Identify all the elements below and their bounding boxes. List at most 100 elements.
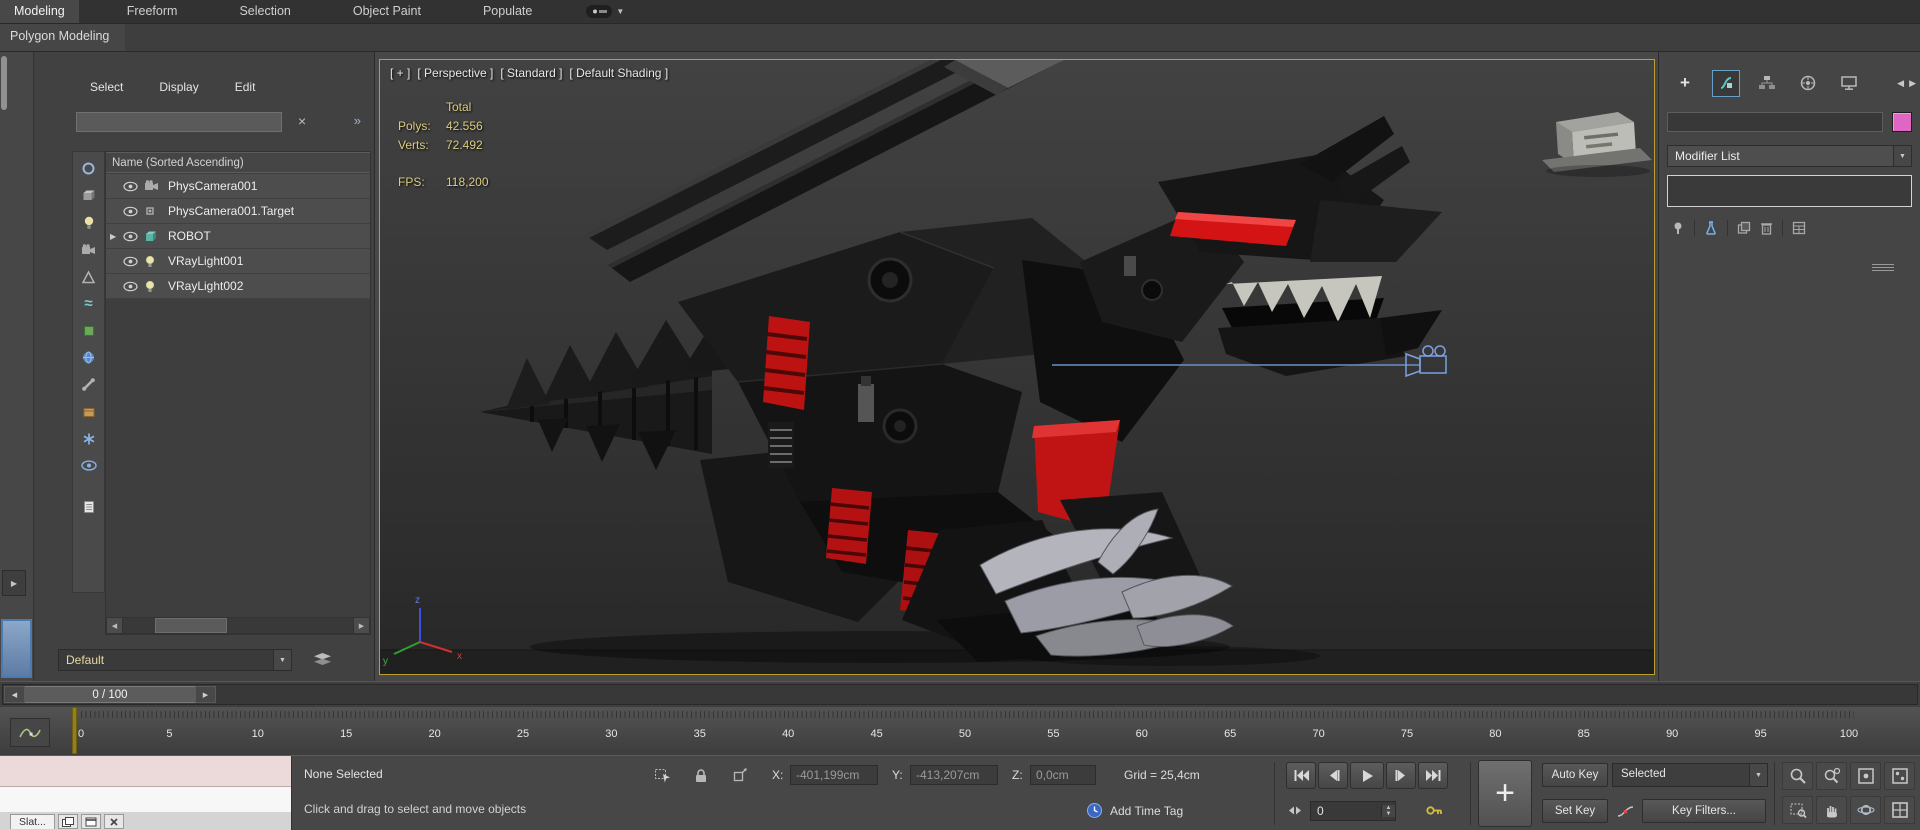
time-tag-icon[interactable] — [1086, 802, 1103, 819]
scene-object-row-vraylight001[interactable]: VRayLight001 — [106, 249, 370, 274]
track-bar[interactable]: 0 5 10 15 20 25 30 35 40 45 50 55 60 65 70 75 80 85 90 95 10… — [0, 707, 1920, 756]
clear-search-icon[interactable]: × — [298, 113, 306, 129]
slate-tab[interactable]: Slat... — [10, 814, 55, 829]
ribbon-tab-freeform[interactable]: Freeform — [113, 0, 192, 23]
close-window-button[interactable] — [103, 814, 124, 829]
viewport-menu-general[interactable]: [ + ] — [390, 66, 410, 80]
absolute-offset-mode-icon[interactable] — [726, 764, 752, 786]
cascade-windows-button[interactable] — [57, 814, 78, 829]
ribbon-tab-populate[interactable]: Populate — [469, 0, 546, 23]
filter-cameras-icon[interactable] — [75, 236, 102, 263]
visibility-eye-icon[interactable] — [123, 231, 144, 242]
key-mode-toggle[interactable] — [1422, 800, 1446, 820]
go-to-start-button[interactable] — [1286, 762, 1316, 789]
overflow-chevrons-icon[interactable]: » — [354, 113, 361, 128]
selection-lock-icon[interactable] — [688, 764, 714, 786]
menu-edit[interactable]: Edit — [235, 80, 256, 94]
key-step-arrows-icon[interactable] — [1284, 800, 1306, 820]
selection-set-filter-dropdown[interactable]: Selected ▼ — [1612, 763, 1768, 787]
modify-tab[interactable] — [1712, 69, 1740, 97]
restore-window-button[interactable] — [80, 814, 101, 829]
expand-arrow-icon[interactable]: ▶ — [110, 232, 123, 241]
modifier-list-dropdown[interactable]: Modifier List ▼ — [1667, 145, 1912, 167]
time-slider-track[interactable]: ◀ 0 / 100 ▶ — [2, 684, 1918, 705]
pan-hand-icon[interactable] — [1816, 796, 1847, 824]
current-frame-field[interactable]: 0 ▲ ▼ — [1310, 801, 1396, 821]
viewport-menu-shading[interactable]: [ Default Shading ] — [569, 66, 668, 80]
visibility-eye-icon[interactable] — [123, 256, 144, 267]
panel-scroll-right-icon[interactable]: ▶ — [1909, 78, 1916, 89]
scene-object-row-vraylight002[interactable]: VRayLight002 — [106, 274, 370, 299]
modifier-stack[interactable] — [1667, 175, 1912, 207]
filter-geometry-icon[interactable] — [75, 182, 102, 209]
remove-modifier-icon[interactable] — [1760, 221, 1773, 235]
listener-pane[interactable] — [0, 787, 291, 812]
key-filters-button[interactable]: Key Filters... — [1642, 799, 1766, 823]
next-frame-arrow[interactable]: ▶ — [195, 686, 216, 703]
motion-tab[interactable] — [1794, 70, 1822, 97]
add-time-tag-label[interactable]: Add Time Tag — [1110, 804, 1183, 818]
panel-scroll-left-icon[interactable]: ◀ — [1897, 78, 1904, 89]
scene-object-row-physcamera001[interactable]: PhysCamera001 — [106, 174, 370, 199]
viewport-menu-renderer[interactable]: [ Standard ] — [500, 66, 562, 80]
expand-panel-button[interactable]: ▶ — [2, 570, 26, 596]
zoom-region-icon[interactable] — [1782, 796, 1813, 824]
create-tab[interactable]: + — [1671, 70, 1699, 97]
z-coord-field[interactable]: 0,0cm — [1030, 765, 1096, 785]
previous-frame-arrow[interactable]: ◀ — [4, 686, 25, 703]
ribbon-tab-selection[interactable]: Selection — [225, 0, 304, 23]
ribbon-tab-object-paint[interactable]: Object Paint — [339, 0, 435, 23]
next-frame-button[interactable] — [1386, 762, 1416, 789]
visibility-eye-icon[interactable] — [123, 206, 144, 217]
dock-scrollbar[interactable] — [1, 56, 7, 110]
chevron-down-icon[interactable]: ▼ — [273, 650, 291, 670]
filter-groups-icon[interactable] — [75, 317, 102, 344]
macro-recorder-pane[interactable] — [0, 756, 291, 787]
scroll-right-button[interactable]: ▶ — [353, 617, 370, 634]
polygon-modeling-panel-tab[interactable]: Polygon Modeling — [0, 24, 126, 51]
filter-spacewarps-icon[interactable]: ≈ — [75, 290, 102, 317]
frame-spinner[interactable]: ▲ ▼ — [1381, 805, 1395, 817]
zoom-all-icon[interactable] — [1816, 762, 1847, 790]
default-tangent-icon[interactable] — [1612, 800, 1638, 822]
viewport-layout-tab[interactable] — [1, 619, 32, 678]
show-end-result-icon[interactable] — [1704, 221, 1718, 235]
ribbon-tab-modeling[interactable]: Modeling — [0, 0, 79, 23]
orbit-icon[interactable] — [1850, 796, 1881, 824]
visibility-eye-icon[interactable] — [123, 281, 144, 292]
configure-modifier-sets-icon[interactable] — [1792, 221, 1806, 235]
viewport-menu-pov[interactable]: [ Perspective ] — [417, 66, 493, 80]
scene-object-row-physcamera001-target[interactable]: PhysCamera001.Target — [106, 199, 370, 224]
hierarchy-tab[interactable] — [1753, 70, 1781, 97]
scrollbar-thumb[interactable] — [155, 618, 227, 633]
zoom-icon[interactable] — [1782, 762, 1813, 790]
auto-key-button[interactable]: Auto Key — [1542, 763, 1608, 787]
play-button[interactable] — [1350, 762, 1384, 789]
frame-indicator[interactable]: 0 / 100 — [25, 686, 195, 703]
object-color-swatch[interactable] — [1892, 112, 1912, 132]
filter-none-icon[interactable] — [75, 155, 102, 182]
panel-resize-grip[interactable] — [1872, 262, 1894, 273]
layers-icon[interactable] — [314, 653, 331, 666]
menu-select[interactable]: Select — [90, 80, 123, 94]
x-coord-field[interactable]: -401,199cm — [790, 765, 878, 785]
time-slider-handle[interactable]: ◀ 0 / 100 ▶ — [4, 686, 216, 703]
name-column-header[interactable]: Name (Sorted Ascending) — [106, 152, 370, 173]
filter-systems-icon[interactable] — [75, 425, 102, 452]
configure-columns-icon[interactable] — [75, 493, 102, 520]
previous-frame-button[interactable] — [1318, 762, 1348, 789]
filter-containers-icon[interactable] — [75, 398, 102, 425]
maxscript-mini-listener[interactable]: Slat... — [0, 756, 292, 830]
pin-stack-icon[interactable] — [1671, 221, 1685, 235]
zoom-extents-all-icon[interactable] — [1884, 762, 1915, 790]
viewport-canvas[interactable]: z x y — [380, 60, 1654, 674]
filter-xrefs-icon[interactable] — [75, 344, 102, 371]
create-key-plus-button[interactable]: + — [1478, 760, 1532, 827]
go-to-end-button[interactable] — [1418, 762, 1448, 789]
perspective-viewport[interactable]: z x y [ + ] [ Perspective ] [ Standard ]… — [379, 59, 1655, 675]
chevron-down-icon[interactable]: ▼ — [1893, 146, 1911, 166]
visibility-eye-icon[interactable] — [123, 181, 144, 192]
filter-lights-icon[interactable] — [75, 209, 102, 236]
filter-hidden-icon[interactable] — [75, 452, 102, 479]
scene-object-row-robot[interactable]: ▶ ROBOT — [106, 224, 370, 249]
